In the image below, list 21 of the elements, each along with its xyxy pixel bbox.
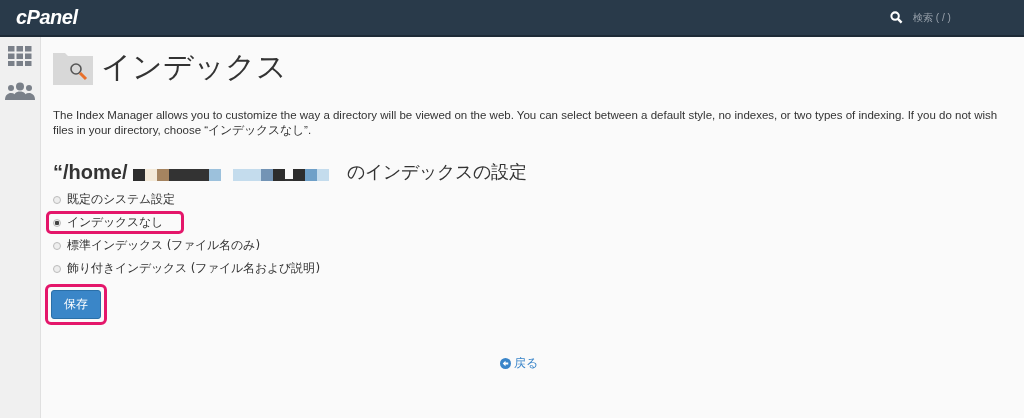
radio-button[interactable] [53,264,61,273]
back-arrow-icon [499,358,511,369]
folder-search-icon [53,50,93,85]
option-label[interactable]: 既定のシステム設定 [67,191,175,208]
option-label[interactable]: 飾り付きインデックス (ファイル名および説明) [67,260,321,277]
option-label[interactable]: 標準インデックス (ファイル名のみ) [67,237,261,254]
page-title: インデックス [101,48,287,86]
radio-button[interactable] [53,218,61,227]
radio-button[interactable] [53,241,61,250]
search-field[interactable]: 検索 ( / ) [911,11,995,24]
description-text: The Index Manager allows you to customize the way a directory will be viewed on the web. You can select between a default style, no indexes, or two types of indexing. If you do not wish files in your directory, choose “インデックスなし”. [53,108,999,138]
heading-text: “/home/ [53,161,128,184]
save-button[interactable]: 保存 [51,290,101,319]
heading-text: のインデックスの設定 [347,160,528,184]
option-label[interactable]: インデックスなし [67,214,163,231]
grid-icon[interactable] [8,46,32,66]
search-icon [890,11,903,24]
logo[interactable]: cPanel [16,6,78,29]
radio-button[interactable] [53,195,61,204]
back-link[interactable]: 戻る [499,355,538,372]
users-icon[interactable] [5,82,35,100]
